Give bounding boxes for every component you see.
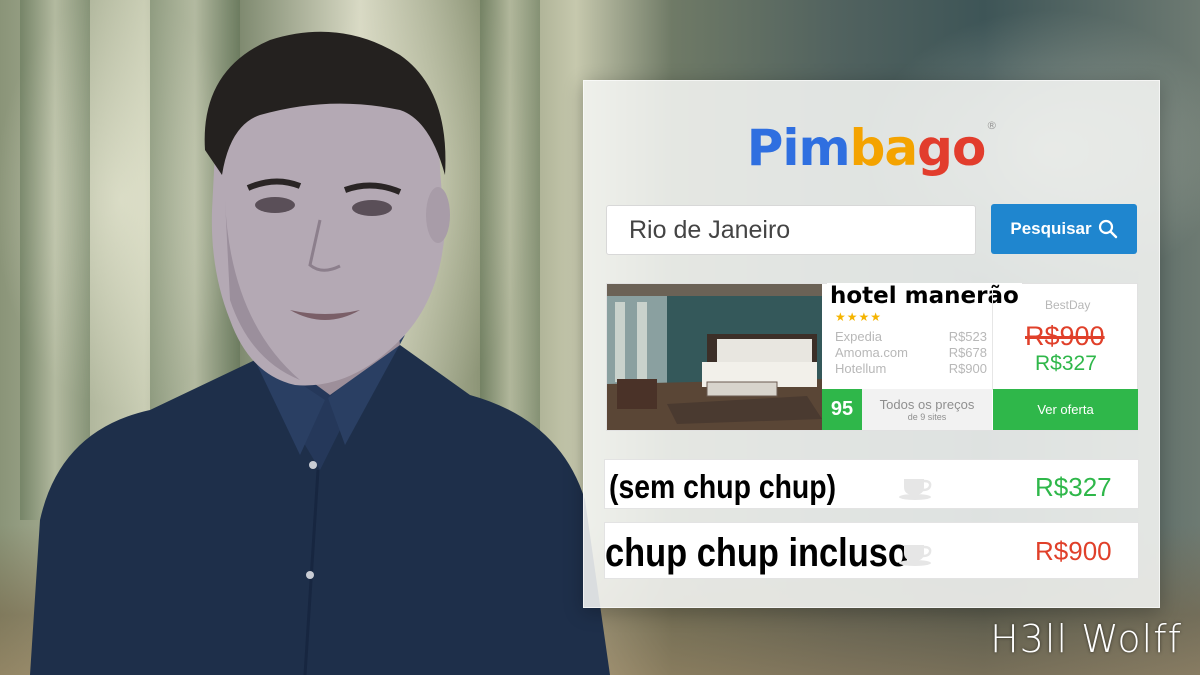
logo-letter: b xyxy=(849,119,886,177)
search-button-label: Pesquisar xyxy=(1010,219,1092,238)
room-option-row[interactable]: (sem chup chup) R$327 xyxy=(604,459,1139,509)
destination-search-input[interactable]: Rio de Janeiro xyxy=(606,205,976,255)
option-price: R$900 xyxy=(1035,536,1112,566)
hotel-result-card[interactable]: hotel manerão ★★★★ Expedia R$523 Amoma.c… xyxy=(606,283,1138,431)
provider-price-list: Expedia R$523 Amoma.com R$678 Hotellum R… xyxy=(835,329,987,377)
logo-letter: g xyxy=(917,119,953,177)
pimbago-logo: Pimbago® xyxy=(584,119,1159,177)
hotel-room-image xyxy=(607,284,822,430)
search-icon xyxy=(1098,219,1117,239)
presenter-illustration xyxy=(30,31,610,675)
watermark: H3ll Wolff xyxy=(990,617,1182,661)
provider-row[interactable]: Expedia R$523 xyxy=(835,329,987,345)
coffee-cup-icon xyxy=(899,545,932,566)
star-rating: ★★★★ xyxy=(835,310,883,324)
option-price: R$327 xyxy=(1035,472,1112,502)
all-prices-sites: de 9 sites xyxy=(907,412,947,422)
divider xyxy=(992,290,993,390)
coffee-cup-icon xyxy=(899,479,932,500)
provider-price: R$678 xyxy=(948,345,987,360)
provider-name: Amoma.com xyxy=(835,345,908,360)
rating-score-badge: 95 xyxy=(822,389,862,430)
logo-letter: i xyxy=(782,119,799,177)
presenter-photo xyxy=(0,0,620,675)
logo-letter: m xyxy=(798,119,850,177)
logo-letter: P xyxy=(746,119,784,177)
hotel-photo[interactable] xyxy=(607,284,822,430)
logo-letter: a xyxy=(884,119,918,177)
registered-mark: ® xyxy=(986,119,997,132)
all-prices-button[interactable]: Todos os preços de 9 sites xyxy=(862,389,992,430)
provider-name: Hotellum xyxy=(835,361,887,376)
provider-row[interactable]: Hotellum R$900 xyxy=(835,361,987,377)
option-label: (sem chup chup) xyxy=(609,468,837,506)
logo-letter: o xyxy=(951,119,986,177)
provider-row[interactable]: Amoma.com R$678 xyxy=(835,345,987,361)
room-option-row[interactable]: chup chup incluso R$900 xyxy=(604,522,1139,579)
option-label: chup chup incluso xyxy=(605,531,909,576)
provider-name: Expedia xyxy=(835,329,882,344)
search-button[interactable]: Pesquisar xyxy=(991,204,1137,254)
view-offer-button[interactable]: Ver oferta xyxy=(993,389,1138,430)
old-price: R$900 xyxy=(1025,321,1105,351)
deal-price: R$327 xyxy=(1035,352,1097,375)
provider-price: R$900 xyxy=(948,361,987,376)
provider-price: R$523 xyxy=(948,329,987,344)
hotel-search-panel: Pimbago® Rio de Janeiro Pesquisar hotel … xyxy=(583,80,1160,608)
featured-provider: BestDay xyxy=(1045,298,1091,312)
all-prices-label: Todos os preços xyxy=(879,397,975,412)
